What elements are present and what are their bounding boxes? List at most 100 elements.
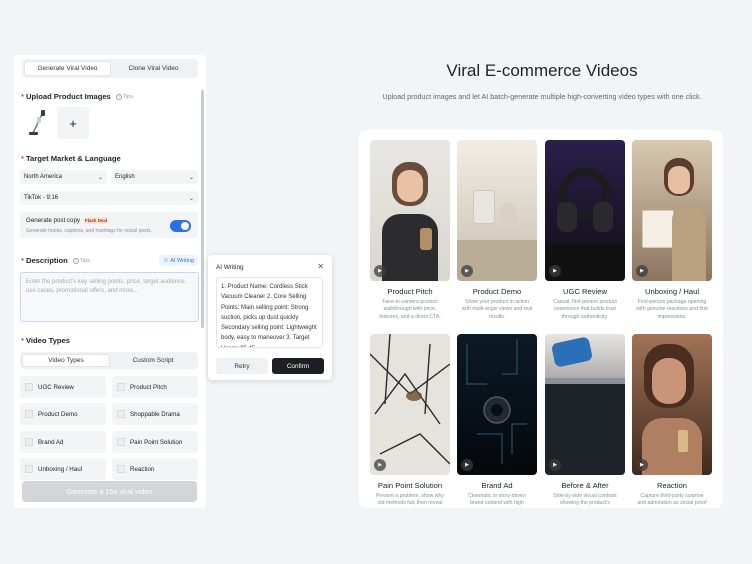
chevron-down-icon: ⌄ [188,195,194,202]
card-product-pitch[interactable]: ▶ Product Pitch Face-to-camera product w… [370,140,450,321]
bulb-icon: ☉ [163,257,169,264]
tab-video-types[interactable]: Video Types [22,354,110,367]
checkbox [117,438,125,446]
card-title: Product Pitch [387,287,433,296]
upload-section-title: * Upload Product Images ? Tips [21,92,133,101]
chevron-down-icon: ⌄ [97,174,103,181]
video-type-tabs: Video Types Custom Script [20,352,198,369]
description-section-title: * Description ? Tips [21,256,90,265]
card-title: Pain Point Solution [377,481,443,490]
play-icon[interactable]: ▶ [636,459,648,471]
ai-writing-result[interactable]: 1. Product Name: Cordless Stick Vacuum C… [216,277,323,348]
card-title: Product Demo [472,287,522,296]
card-unboxing-haul[interactable]: ▶ Unboxing / Haul First-person package o… [632,140,712,321]
play-icon[interactable]: ▶ [636,265,648,277]
description-textarea[interactable]: Enter the product's key selling points, … [20,272,199,322]
card-brand-ad[interactable]: ▶ Brand Ad Cinematic or story-driven bra… [457,334,537,508]
card-description: Face-to-camera product walkthrough with … [379,299,441,320]
vacuum-image [29,110,45,135]
ai-writing-popup: AI Writing ✕ 1. Product Name: Cordless S… [208,255,332,380]
popup-title: AI Writing [216,264,244,271]
option-ugc-review[interactable]: UGC Review [20,376,106,398]
tips-link[interactable]: ? Tips [72,257,90,264]
card-title: Unboxing / Haul [644,287,700,296]
card-description: First-person package opening with genuin… [636,299,708,320]
flash-deal-badge: Flash Deal [83,217,109,224]
target-section-title: * Target Market & Language [21,154,121,163]
page-title: Viral E-commerce Videos [446,61,638,80]
card-description: Capture third-party surprise and admirat… [637,493,707,507]
close-icon[interactable]: ✕ [317,262,324,271]
video-thumbnail[interactable]: ▶ [632,140,712,281]
question-icon: ? [115,93,122,100]
play-icon[interactable]: ▶ [461,459,473,471]
checkbox [25,410,33,418]
market-select[interactable]: North America ⌄ [20,170,107,184]
play-icon[interactable]: ▶ [549,459,561,471]
product-image-thumbnail[interactable] [22,107,54,139]
video-types-section-title: * Video Types [21,336,70,345]
question-icon: ? [72,257,79,264]
tab-custom-script[interactable]: Custom Script [110,354,196,367]
card-title: Reaction [657,481,687,490]
option-pain-point-solution[interactable]: Pain Point Solution [112,431,198,453]
post-copy-description: Generate hooks, captions, and hashtags f… [26,228,152,234]
card-description: Present a problem, show why old methods … [375,493,445,507]
mode-tabs: Generate Viral Video Clone Viral Video [22,59,198,78]
add-image-button[interactable]: + [57,107,89,139]
video-thumbnail[interactable]: ▶ [632,334,712,475]
chevron-down-icon: ⌄ [188,174,194,181]
checkbox [117,410,125,418]
card-pain-point-solution[interactable]: ▶ Pain Point Solution Present a problem,… [370,334,450,508]
card-description: Cinematic or story-driven brand content … [468,493,526,507]
card-ugc-review[interactable]: ▶ UGC Review Casual, first-person produc… [545,140,625,321]
checkbox [25,465,33,473]
option-brand-ad[interactable]: Brand Ad [20,431,106,453]
ai-writing-button[interactable]: ☉ AI Writing [159,255,198,266]
video-thumbnail[interactable]: ▶ [545,140,625,281]
platform-select[interactable]: TikTok - 9:16 ⌄ [20,191,198,205]
post-copy-option: Generate post copy Flash Deal Generate ho… [20,212,198,238]
card-title: Before & After [561,481,609,490]
post-copy-toggle[interactable] [170,220,191,232]
play-icon[interactable]: ▶ [374,459,386,471]
video-thumbnail[interactable]: ▶ [457,334,537,475]
video-thumbnail[interactable]: ▶ [370,140,450,281]
card-title: UGC Review [563,287,607,296]
language-select[interactable]: English ⌄ [111,170,198,184]
play-icon[interactable]: ▶ [461,265,473,277]
play-icon[interactable]: ▶ [549,265,561,277]
checkbox [117,465,125,473]
generate-video-button[interactable]: Generate a 15s viral video [22,481,197,502]
circuit-image [466,339,527,464]
left-panel: Generate Viral Video Clone Viral Video *… [14,55,206,508]
card-description: Side-by-side visual contrast showing the… [553,493,617,507]
play-icon[interactable]: ▶ [374,265,386,277]
card-description: Show your product in action with multi-a… [461,299,533,320]
option-product-pitch[interactable]: Product Pitch [112,376,198,398]
post-copy-title: Generate post copy [26,217,81,224]
card-product-demo[interactable]: ▶ Product Demo Show your product in acti… [457,140,537,321]
option-product-demo[interactable]: Product Demo [20,403,106,425]
option-unboxing-haul[interactable]: Unboxing / Haul [20,458,106,480]
retry-button[interactable]: Retry [216,358,268,374]
tips-link[interactable]: ? Tips [115,93,133,100]
video-thumbnail[interactable]: ▶ [545,334,625,475]
video-type-gallery: ▶ Product Pitch Face-to-camera product w… [359,130,723,508]
tab-generate-viral-video[interactable]: Generate Viral Video [24,61,111,76]
card-description: Casual, first-person product experience … [553,299,617,320]
confirm-button[interactable]: Confirm [272,358,324,374]
panel-scrollbar[interactable] [201,90,204,328]
checkbox [25,438,33,446]
checkbox [117,383,125,391]
video-thumbnail[interactable]: ▶ [370,334,450,475]
video-thumbnail[interactable]: ▶ [457,140,537,281]
page-subtitle: Upload product images and let AI batch-g… [382,92,702,101]
tab-clone-viral-video[interactable]: Clone Viral Video [111,61,196,76]
card-before-after[interactable]: ▶ Before & After Side-by-side visual con… [545,334,625,508]
option-reaction[interactable]: Reaction [112,458,198,480]
checkbox [25,383,33,391]
card-reaction[interactable]: ▶ Reaction Capture third-party surprise … [632,334,712,508]
chair-pattern-image [370,334,450,465]
option-shoppable-drama[interactable]: Shoppable Drama [112,403,198,425]
